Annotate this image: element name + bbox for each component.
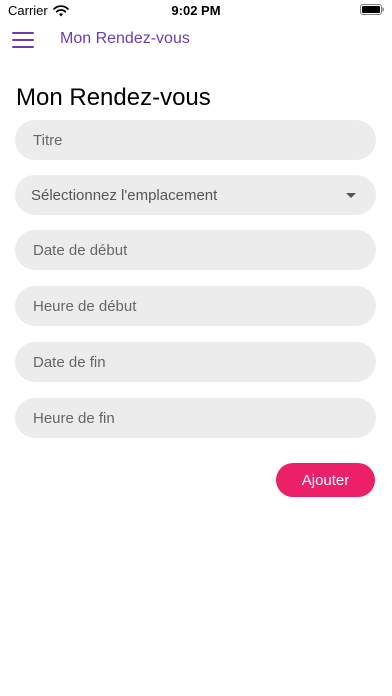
title-field[interactable]: [15, 119, 376, 161]
clock: 9:02 PM: [171, 3, 221, 18]
add-button[interactable]: Ajouter: [276, 463, 375, 497]
battery-icon: [360, 4, 384, 15]
status-bar: Carrier 9:02 PM: [0, 0, 392, 22]
end-date-field[interactable]: [15, 341, 376, 383]
chevron-down-icon: [346, 192, 356, 198]
location-select-label: Sélectionnez l'emplacement: [31, 186, 218, 204]
end-time-field[interactable]: [15, 397, 376, 439]
nav-title: Mon Rendez-vous: [60, 30, 190, 47]
start-date-input[interactable]: [31, 229, 360, 271]
page-title: Mon Rendez-vous: [16, 84, 211, 111]
start-time-input[interactable]: [31, 285, 360, 327]
start-date-field[interactable]: [15, 229, 376, 271]
location-select[interactable]: Sélectionnez l'emplacement: [15, 175, 376, 215]
end-time-input[interactable]: [31, 397, 360, 439]
menu-icon[interactable]: [12, 32, 34, 48]
nav-bar: Mon Rendez-vous: [0, 22, 392, 58]
start-time-field[interactable]: [15, 285, 376, 327]
end-date-input[interactable]: [31, 341, 360, 383]
title-input[interactable]: [31, 119, 360, 161]
